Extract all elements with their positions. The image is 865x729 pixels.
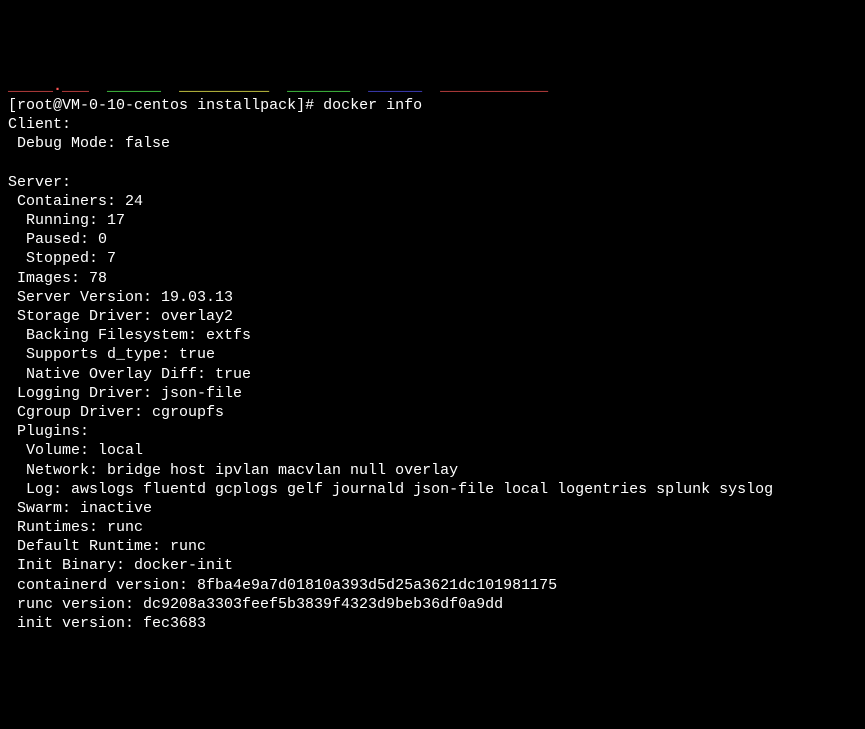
output-line: Containers: 24	[8, 193, 143, 210]
prompt-user-host: root@VM-0-10-centos	[17, 97, 188, 114]
output-line: Server:	[8, 174, 71, 191]
output-line: init version: fec3683	[8, 615, 206, 632]
top-fragment: __________	[179, 78, 269, 95]
top-fragment: ____________	[440, 78, 548, 95]
prompt-command: docker info	[323, 97, 422, 114]
prompt-bracket-open: [	[8, 97, 17, 114]
output-line: Native Overlay Diff: true	[8, 366, 251, 383]
output-line: Logging Driver: json-file	[8, 385, 242, 402]
top-fragment: ______	[107, 78, 161, 95]
output-line: Volume: local	[8, 442, 143, 459]
output-line: Paused: 0	[8, 231, 107, 248]
prompt-bracket-close: ]#	[296, 97, 323, 114]
output-line: containerd version: 8fba4e9a7d01810a393d…	[8, 577, 557, 594]
output-line: Default Runtime: runc	[8, 538, 206, 555]
prompt-cwd: installpack	[197, 97, 296, 114]
output-line: Server Version: 19.03.13	[8, 289, 233, 306]
top-fragment: _______	[287, 78, 350, 95]
output-line: Log: awslogs fluentd gcplogs gelf journa…	[8, 481, 773, 498]
output-line: Runtimes: runc	[8, 519, 143, 536]
output-line: Stopped: 7	[8, 250, 116, 267]
terminal-output: _____.___ ______ __________ _______ ____…	[0, 77, 865, 633]
top-fragment: _____.___	[8, 78, 89, 95]
output-line: Plugins:	[8, 423, 89, 440]
output-line: Init Binary: docker-init	[8, 557, 233, 574]
output-line: Backing Filesystem: extfs	[8, 327, 251, 344]
output-line: Network: bridge host ipvlan macvlan null…	[8, 462, 458, 479]
output-line: runc version: dc9208a3303feef5b3839f4323…	[8, 596, 503, 613]
output-line: Swarm: inactive	[8, 500, 152, 517]
output-line: Cgroup Driver: cgroupfs	[8, 404, 224, 421]
output-line: Images: 78	[8, 270, 107, 287]
top-fragment: ______	[368, 78, 422, 95]
output-line: Client:	[8, 116, 71, 133]
prompt-line[interactable]: [root@VM-0-10-centos installpack]# docke…	[8, 97, 422, 114]
output-line: Storage Driver: overlay2	[8, 308, 233, 325]
output-line: Debug Mode: false	[8, 135, 170, 152]
output-line: Running: 17	[8, 212, 125, 229]
output-line: Supports d_type: true	[8, 346, 215, 363]
